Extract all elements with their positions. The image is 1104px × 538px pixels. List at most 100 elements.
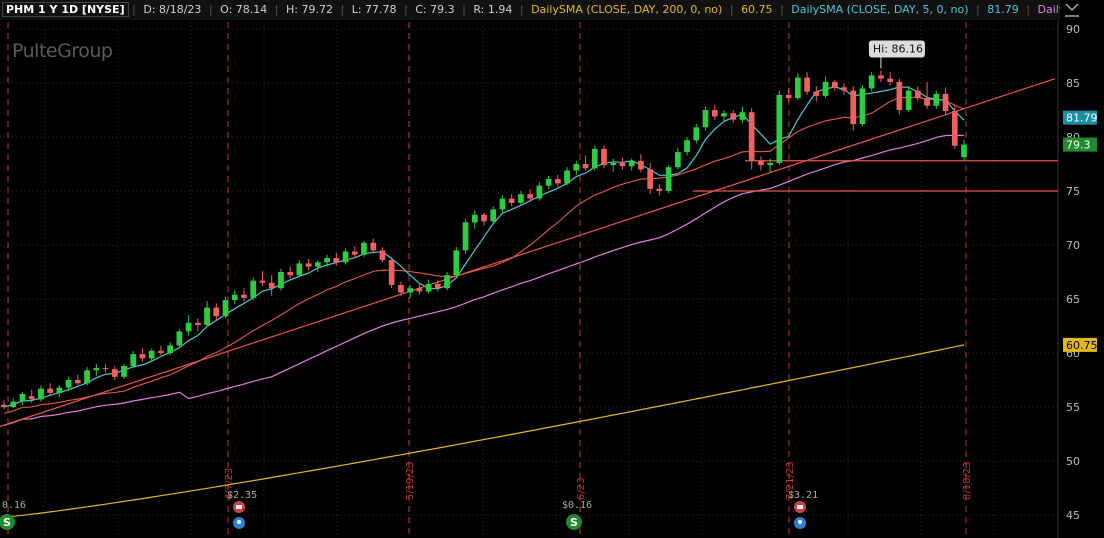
date-marker-label: 8/18/23 xyxy=(962,461,973,500)
date-marker-label: 6/23 xyxy=(576,478,587,500)
event-label: $0.16 xyxy=(562,500,592,511)
candle-body xyxy=(739,112,746,120)
candle-body xyxy=(859,88,866,124)
candle-body xyxy=(942,93,949,112)
candle-body xyxy=(259,280,266,283)
candle-body xyxy=(591,148,598,169)
candle-body xyxy=(481,214,487,222)
candle-body xyxy=(47,388,53,393)
sma5-price-label: 81.79 xyxy=(1066,112,1098,125)
candle-body xyxy=(730,113,737,120)
candle-body xyxy=(379,250,386,261)
candle-body xyxy=(878,75,884,79)
candle-body xyxy=(370,242,377,251)
candle-body xyxy=(425,283,432,292)
candle-body xyxy=(167,345,173,353)
candle-body xyxy=(287,272,293,276)
candlestick-chart[interactable]: 455055606570758085904/7/23 5/19/23 6/23 7/2… xyxy=(0,0,1104,538)
candle-body xyxy=(813,91,820,96)
candle-body xyxy=(111,369,118,377)
candle-body xyxy=(601,148,607,166)
candle-body xyxy=(268,282,275,289)
candle-body xyxy=(721,113,727,117)
sma200-line xyxy=(3,344,965,518)
candle-body xyxy=(333,258,340,263)
candle-body xyxy=(518,194,524,203)
candle-body xyxy=(702,110,709,128)
guidance-glyph xyxy=(237,520,241,524)
candle-body xyxy=(711,110,718,117)
candle-body xyxy=(961,144,967,158)
candle-body xyxy=(139,354,146,359)
candle-body xyxy=(508,198,515,203)
candle-body xyxy=(241,294,247,298)
candle-body xyxy=(684,140,690,153)
candle-body xyxy=(361,242,367,255)
event-label: $3.21 xyxy=(788,490,818,501)
price-tick-label: 65 xyxy=(1066,293,1080,306)
price-axis xyxy=(1058,20,1104,538)
sma200-price-label: 60.75 xyxy=(1066,339,1098,352)
candle-body xyxy=(1,404,7,407)
sma-red-line xyxy=(3,96,965,415)
candle-body xyxy=(28,396,35,400)
candle-body xyxy=(767,162,773,166)
candle-body xyxy=(499,198,506,210)
candle-body xyxy=(222,300,229,317)
candle-body xyxy=(453,250,460,276)
candle-body xyxy=(315,262,321,267)
candle-body xyxy=(462,222,469,251)
candle-body xyxy=(75,380,81,384)
candle-body xyxy=(868,75,875,89)
candle-body xyxy=(924,98,930,106)
trend-line xyxy=(0,78,1056,428)
candle-body xyxy=(545,179,552,186)
candle-body xyxy=(628,160,635,167)
candle-body xyxy=(158,350,164,353)
earnings-glyph xyxy=(236,505,242,509)
candle-body xyxy=(896,81,903,110)
candle-body xyxy=(444,275,450,289)
candle-body xyxy=(490,209,497,222)
dividend-symbol: S xyxy=(3,516,11,529)
candle-body xyxy=(185,322,192,332)
candle-body xyxy=(65,380,72,388)
candle-body xyxy=(887,78,893,82)
candle-body xyxy=(656,188,663,191)
candle-body xyxy=(804,77,810,92)
candle-body xyxy=(204,307,210,325)
candle-body xyxy=(573,164,580,171)
candle-body xyxy=(610,162,617,166)
candle-body xyxy=(305,263,312,267)
close-price-label: 79.3 xyxy=(1066,139,1091,152)
candle-body xyxy=(527,194,533,199)
candle-body xyxy=(536,185,543,199)
candle-body xyxy=(693,127,700,141)
candle-body xyxy=(822,81,829,96)
candle-body xyxy=(130,354,137,366)
price-tick-label: 70 xyxy=(1066,239,1080,252)
candle-body xyxy=(758,160,764,166)
guidance-glyph xyxy=(798,520,802,524)
candle-body xyxy=(647,169,653,189)
candle-body xyxy=(933,93,940,106)
candle-body xyxy=(748,112,755,161)
dividend-symbol: S xyxy=(570,516,578,529)
price-tick-label: 75 xyxy=(1066,185,1080,198)
candle-body xyxy=(231,294,238,301)
candle-body xyxy=(905,90,912,110)
candle-body xyxy=(776,94,783,163)
price-tick-label: 55 xyxy=(1066,401,1080,414)
price-tick-label: 50 xyxy=(1066,455,1080,468)
candle-body xyxy=(324,258,330,263)
candle-body xyxy=(342,251,349,263)
candle-body xyxy=(148,350,155,359)
candle-body xyxy=(84,370,90,384)
candle-body xyxy=(296,263,303,276)
candle-body xyxy=(213,307,220,317)
candle-body xyxy=(951,111,958,146)
candle-body xyxy=(93,368,100,371)
candle-body xyxy=(398,285,404,293)
candle-body xyxy=(619,162,626,167)
candle-body xyxy=(841,87,847,91)
